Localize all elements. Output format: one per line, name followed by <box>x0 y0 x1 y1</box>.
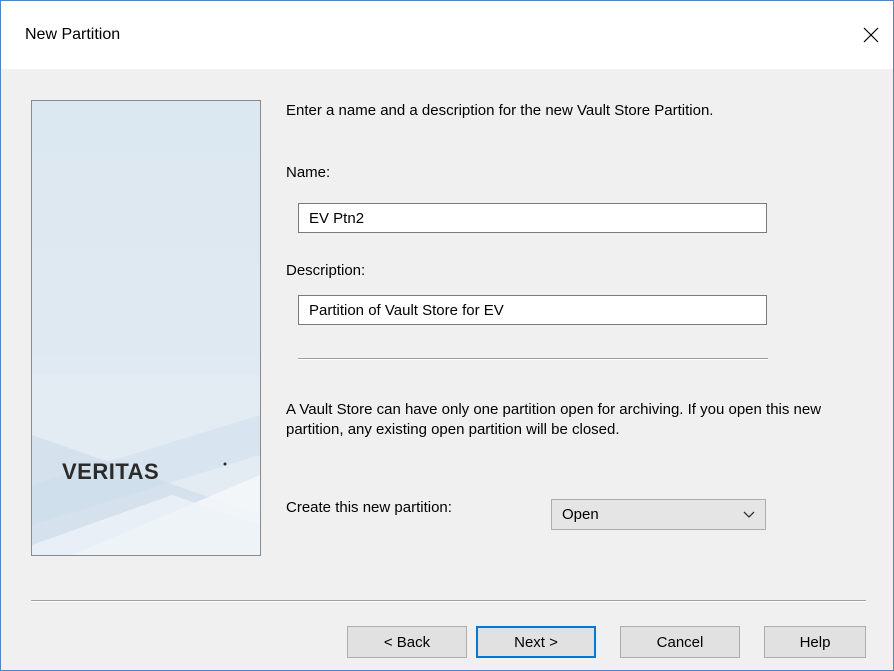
window-title: New Partition <box>25 26 121 43</box>
wizard-side-banner: VERITAS <box>31 100 261 556</box>
title-bar: New Partition <box>1 1 893 69</box>
cancel-button[interactable]: Cancel <box>620 626 740 658</box>
name-label: Name: <box>286 164 331 181</box>
dropdown-selected-value: Open <box>562 506 599 523</box>
partition-state-dropdown[interactable]: Open <box>551 499 766 530</box>
help-button[interactable]: Help <box>764 626 866 658</box>
svg-text:VERITAS: VERITAS <box>62 459 159 484</box>
chevron-down-icon <box>743 511 755 518</box>
close-icon <box>863 27 879 43</box>
create-partition-label: Create this new partition: <box>286 499 452 516</box>
new-partition-dialog: New Partition VERITAS Enter a name and a… <box>0 0 894 671</box>
close-button[interactable] <box>849 13 893 57</box>
back-button[interactable]: < Back <box>347 626 467 658</box>
description-field[interactable] <box>298 295 767 325</box>
info-text: A Vault Store can have only one partitio… <box>286 401 822 438</box>
intro-text: Enter a name and a description for the n… <box>286 102 714 119</box>
veritas-logo: VERITAS <box>62 459 227 484</box>
form-separator <box>298 358 768 360</box>
name-field[interactable] <box>298 203 767 233</box>
button-separator <box>31 600 866 602</box>
description-label: Description: <box>286 262 366 279</box>
next-button[interactable]: Next > <box>476 626 596 658</box>
